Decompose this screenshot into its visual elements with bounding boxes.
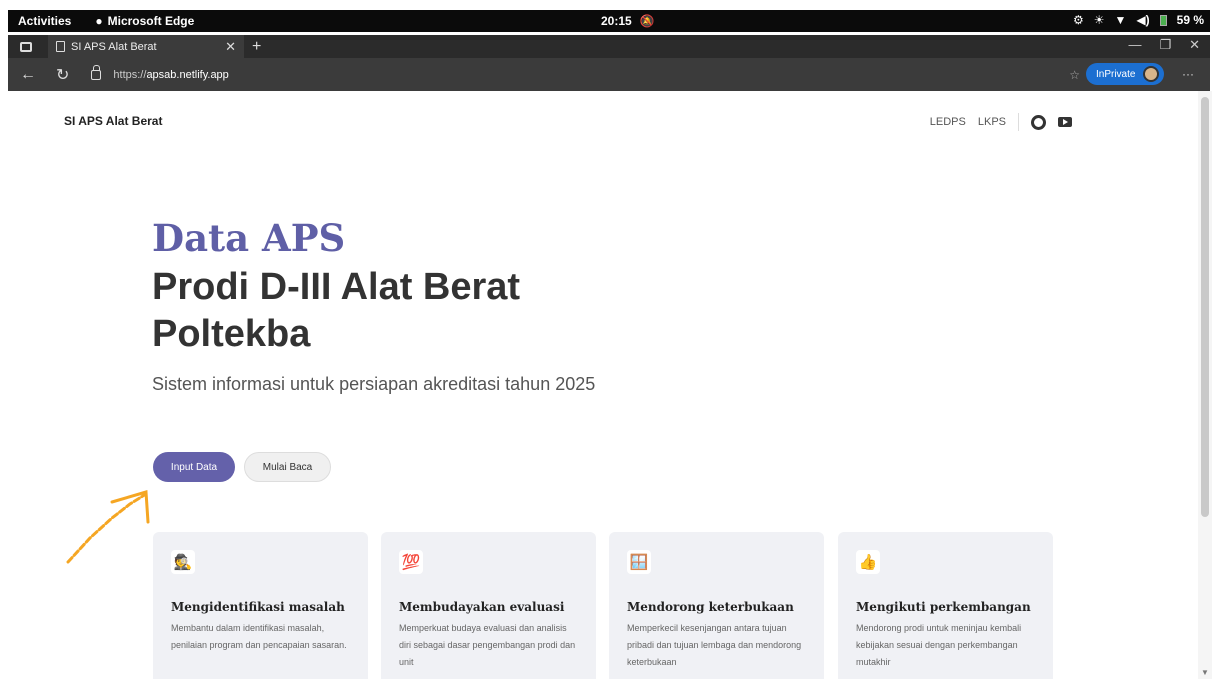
hero-subtitle: Sistem informasi untuk persiapan akredit…: [152, 374, 596, 394]
window-controls: — ❐ ✕: [1128, 37, 1200, 53]
page-icon: [56, 41, 65, 52]
url-field[interactable]: https://apsab.netlify.app: [113, 69, 228, 81]
browser-tab-strip: SI APS Alat Berat ✕ + — ❐ ✕: [8, 35, 1210, 58]
card-description: Mendorong prodi untuk meninjau kembali k…: [856, 623, 1022, 667]
mulai-baca-button[interactable]: Mulai Baca: [244, 452, 331, 482]
inprivate-button[interactable]: InPrivate: [1086, 63, 1164, 85]
url-scheme: https://: [113, 68, 147, 81]
nav-divider: [1018, 113, 1019, 131]
lock-icon[interactable]: [91, 64, 102, 80]
card-description: Memperkecil kesenjangan antara tujuan pr…: [627, 623, 802, 667]
window-icon: 🪟: [627, 550, 651, 574]
github-icon[interactable]: [1031, 114, 1046, 130]
page-scrollbar[interactable]: ▼: [1198, 91, 1212, 679]
app-menu[interactable]: ● Microsoft Edge: [95, 14, 194, 28]
url-host: apsab.netlify.app: [146, 68, 229, 81]
web-page: SI APS Alat Berat LEDPS LKPS Data APS Pr…: [0, 91, 1212, 679]
hundred-points-icon: 💯: [399, 550, 423, 574]
volume-icon: ◀): [1136, 13, 1150, 27]
nav-link-lkps[interactable]: LKPS: [978, 116, 1006, 128]
tab-title: SI APS Alat Berat: [71, 40, 157, 53]
notifications-muted-icon: 🔕: [639, 14, 655, 28]
battery-icon: [1159, 14, 1167, 26]
refresh-icon[interactable]: ↻: [56, 65, 69, 85]
clock[interactable]: 20:15 🔕: [601, 14, 655, 28]
favorites-icon[interactable]: ☆: [1069, 68, 1080, 82]
thumbs-up-icon: 👍: [856, 550, 880, 574]
address-bar: ← ↻ https://apsab.netlify.app ☆ InPrivat…: [8, 58, 1210, 91]
scrollbar-thumb[interactable]: [1201, 97, 1209, 517]
clock-time: 20:15: [601, 14, 632, 28]
detective-icon: 🕵: [171, 550, 195, 574]
restore-icon[interactable]: ❐: [1159, 37, 1171, 53]
hero-title-accent: Data APS: [152, 216, 346, 260]
card-title: Mendorong keterbukaan: [627, 600, 794, 614]
card-title: Mengidentifikasi masalah: [171, 600, 345, 614]
minimize-icon[interactable]: —: [1128, 37, 1141, 53]
back-icon[interactable]: ←: [20, 66, 36, 84]
new-tab-icon[interactable]: +: [252, 38, 261, 56]
system-top-bar: Activities ● Microsoft Edge 20:15 🔕 ⚙ ☀ …: [0, 0, 1212, 35]
workspaces-icon[interactable]: [20, 41, 32, 52]
close-tab-icon[interactable]: ✕: [225, 39, 236, 55]
card-description: Membantu dalam identifikasi masalah, pen…: [171, 623, 347, 650]
site-nav: LEDPS LKPS: [918, 113, 1072, 131]
feature-card: 🪟 Mendorong keterbukaan Memperkecil kese…: [609, 532, 824, 679]
system-bar-strip: Activities ● Microsoft Edge 20:15 🔕 ⚙ ☀ …: [8, 10, 1210, 32]
close-window-icon[interactable]: ✕: [1189, 37, 1200, 53]
scroll-down-icon[interactable]: ▼: [1201, 668, 1209, 677]
card-description: Memperkuat budaya evaluasi dan analisis …: [399, 623, 576, 667]
site-title[interactable]: SI APS Alat Berat: [64, 114, 162, 128]
inprivate-label: InPrivate: [1096, 68, 1136, 80]
edge-icon: ●: [95, 14, 103, 28]
wifi-icon: ▼: [1114, 13, 1127, 27]
profile-avatar: [1143, 66, 1159, 82]
more-options-icon[interactable]: ···: [1182, 67, 1194, 81]
nav-link-ledps[interactable]: LEDPS: [930, 116, 966, 128]
app-name: Microsoft Edge: [107, 14, 195, 28]
brightness-icon: ☀: [1093, 13, 1105, 27]
battery-percentage: 59 %: [1176, 13, 1204, 27]
feature-card: 👍 Mengikuti perkembangan Mendorong prodi…: [838, 532, 1053, 679]
system-tray[interactable]: ⚙ ☀ ▼ ◀) 59 %: [1073, 13, 1204, 27]
hero-title: Prodi D-III Alat Berat Poltekba: [152, 266, 521, 355]
youtube-icon[interactable]: [1058, 117, 1072, 127]
card-title: Mengikuti perkembangan: [856, 600, 1031, 614]
card-title: Membudayakan evaluasi: [399, 600, 565, 614]
feature-card: 🕵 Mengidentifikasi masalah Membantu dala…: [153, 532, 368, 679]
settings-icon: ⚙: [1072, 13, 1084, 27]
activities-button[interactable]: Activities: [18, 14, 71, 28]
feature-card: 💯 Membudayakan evaluasi Memperkuat buday…: [381, 532, 596, 679]
browser-tab[interactable]: SI APS Alat Berat ✕: [48, 35, 244, 58]
